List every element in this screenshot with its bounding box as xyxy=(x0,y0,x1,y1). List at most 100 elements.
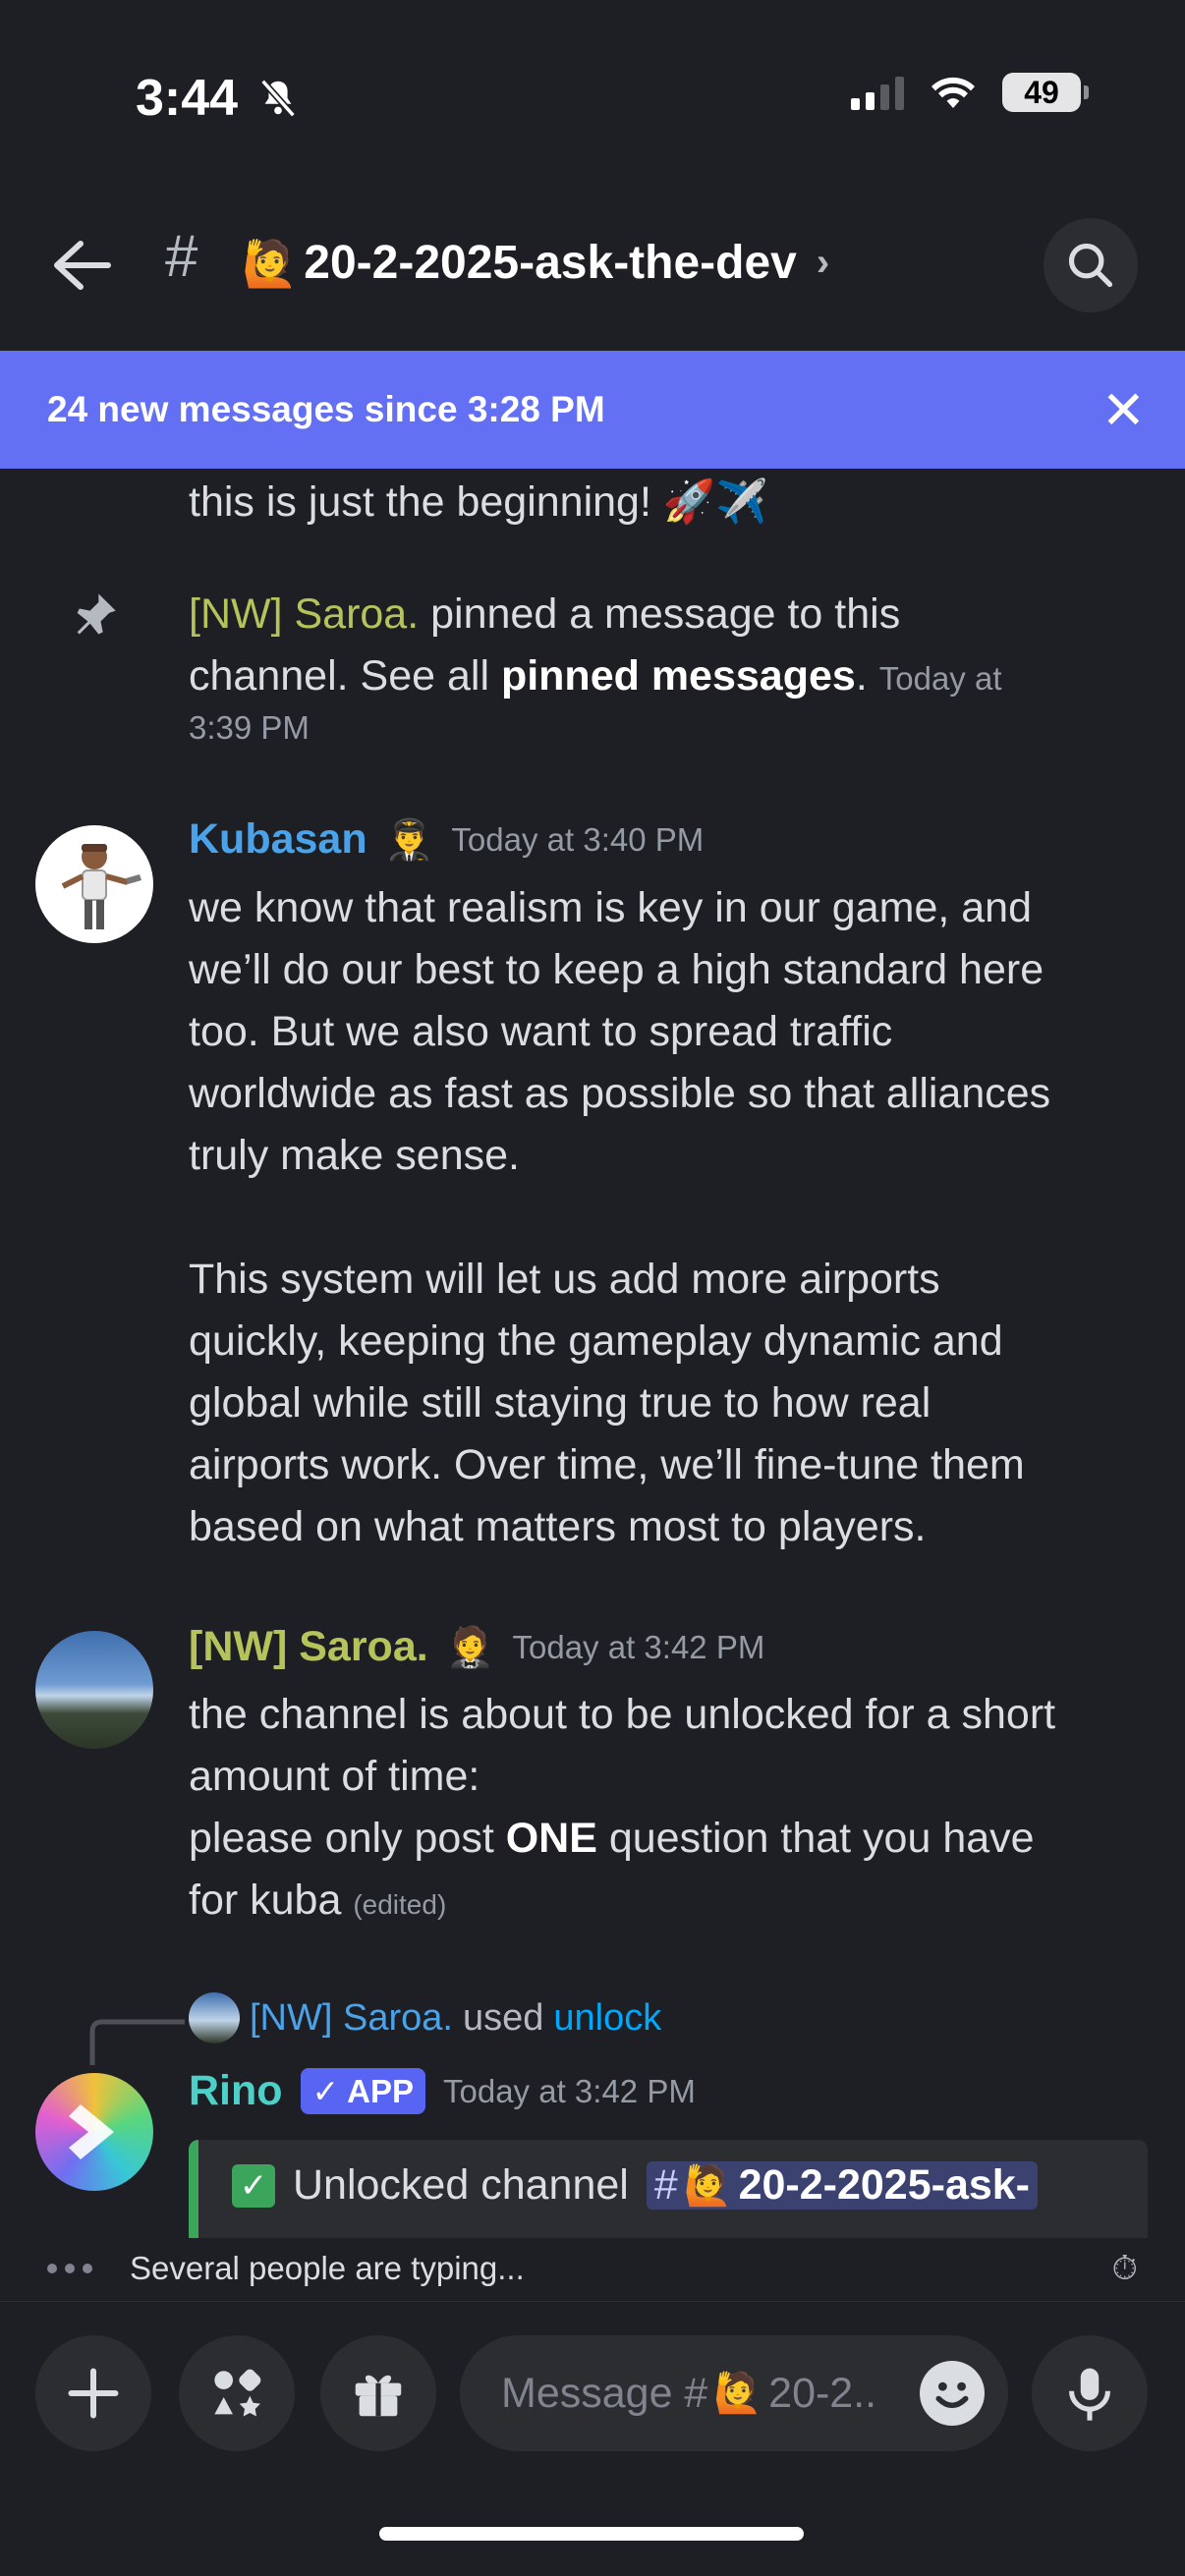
smile-icon xyxy=(935,2381,969,2409)
reply-reference[interactable]: [NW] Saroa. used unlock xyxy=(189,1992,661,2044)
previous-message-tail: this is just the beginning! 🚀✈️ xyxy=(189,478,768,526)
emoji-picker-icon[interactable] xyxy=(920,2361,985,2426)
typing-dots-icon xyxy=(47,2264,92,2273)
channel-name: 20-2-2025-ask-the-dev xyxy=(304,237,797,289)
plus-icon xyxy=(68,2368,119,2419)
status-time: 3:44 xyxy=(136,69,301,128)
battery-indicator: 49 xyxy=(1002,73,1089,112)
message-timestamp: Today at 3:40 PM xyxy=(451,820,705,858)
channel-header: # 🙋 20-2-2025-ask-the-dev › xyxy=(0,206,1185,324)
back-arrow-icon[interactable] xyxy=(47,236,116,295)
placeholder-emoji: 🙋 xyxy=(713,2372,763,2415)
saroa-message-body: the channel is about to be unlocked for … xyxy=(189,1684,1055,1935)
slowmode-timer-icon: ⏱ xyxy=(1111,2249,1138,2287)
status-bar: 3:44 49 xyxy=(0,0,1185,196)
mention-emoji: 🙋 xyxy=(683,2163,733,2208)
message-line: too. But we also want to spread traffic xyxy=(189,1008,893,1055)
pin-notice-timestamp-1: Today at xyxy=(878,660,1002,697)
text-segment: question that you have xyxy=(596,1815,1035,1862)
text-segment: please only post xyxy=(189,1815,506,1862)
rino-logo-icon xyxy=(69,2104,114,2159)
chevron-right-icon: › xyxy=(816,241,830,284)
gift-button[interactable] xyxy=(320,2335,436,2451)
message-line: truly make sense. xyxy=(189,1132,520,1179)
embed-text: Unlocked channel xyxy=(293,2161,629,2209)
voice-message-button[interactable] xyxy=(1032,2335,1148,2451)
app-badge: ✓ APP xyxy=(300,2068,425,2114)
channel-title[interactable]: 🙋 20-2-2025-ask-the-dev › xyxy=(242,236,829,290)
pin-notice-period: . xyxy=(855,652,879,700)
reply-author[interactable]: [NW] Saroa. xyxy=(250,1997,453,2040)
add-attachment-button[interactable] xyxy=(35,2335,151,2451)
pin-notice: [NW] Saroa. pinned a message to this cha… xyxy=(189,584,1034,709)
mention-hash: # xyxy=(653,2161,678,2209)
wifi-icon xyxy=(931,77,975,108)
message-line: worldwide as fast as possible so that al… xyxy=(189,1070,1051,1117)
placeholder-prefix: Message # xyxy=(501,2369,708,2417)
message-input[interactable]: Message # 🙋 20-2.. xyxy=(460,2335,1008,2451)
placeholder-suffix: 20-2.. xyxy=(768,2369,877,2417)
message-line: quickly, keeping the gameplay dynamic an… xyxy=(189,1317,1003,1365)
apps-icon xyxy=(214,2369,261,2417)
unlock-embed: ✓ Unlocked channel # 🙋 20-2-2025-ask- xyxy=(189,2140,1148,2238)
text-segment: for kuba xyxy=(189,1876,342,1924)
author-name[interactable]: Rino xyxy=(189,2067,283,2115)
role-badge-emoji: 👨‍✈️ xyxy=(384,817,434,862)
reply-used-text: used xyxy=(462,1996,544,2039)
pinned-messages-link[interactable]: pinned messages xyxy=(501,652,856,700)
avatar-rino[interactable] xyxy=(35,2073,153,2191)
embed-content: ✓ Unlocked channel # 🙋 20-2-2025-ask- xyxy=(232,2161,1039,2210)
message-composer: Message # 🙋 20-2.. xyxy=(0,2301,1185,2576)
message-line: global while still staying true to how r… xyxy=(189,1379,931,1427)
check-icon: ✓ xyxy=(232,2163,275,2208)
message-line: based on what matters most to players. xyxy=(189,1503,927,1550)
author-name[interactable]: [NW] Saroa. xyxy=(189,1623,428,1671)
cellular-signal-icon xyxy=(851,75,904,110)
edited-label: (edited) xyxy=(353,1889,447,1920)
microphone-icon xyxy=(1069,2368,1110,2421)
message-line: please only post ONE question that you h… xyxy=(189,1808,1055,1870)
message-line: we know that realism is key in our game,… xyxy=(189,884,1033,931)
pin-icon xyxy=(77,593,116,635)
author-name[interactable]: Kubasan xyxy=(189,815,367,864)
pilot-avatar-icon xyxy=(61,844,141,929)
message-timestamp: Today at 3:42 PM xyxy=(443,2072,696,2109)
message-line: we’ll do our best to keep a high standar… xyxy=(189,946,1044,993)
close-icon[interactable]: ✕ xyxy=(1101,379,1146,441)
home-indicator[interactable] xyxy=(379,2527,804,2541)
search-button[interactable] xyxy=(1044,218,1138,312)
kubasan-message-body: we know that realism is key in our game,… xyxy=(189,877,1050,1558)
saroa-author-line: [NW] Saroa. 🤵 Today at 3:42 PM xyxy=(189,1623,764,1671)
message-line: for kuba (edited) xyxy=(189,1870,1055,1935)
search-icon xyxy=(1068,243,1113,288)
message-line: airports work. Over time, we’ll fine-tun… xyxy=(189,1441,1025,1488)
command-link[interactable]: unlock xyxy=(553,1997,661,2040)
channel-mention[interactable]: # 🙋 20-2-2025-ask- xyxy=(646,2161,1039,2210)
bell-off-icon xyxy=(260,79,296,118)
pin-notice-author[interactable]: [NW] Saroa. xyxy=(189,590,419,638)
message-line: the channel is about to be unlocked for … xyxy=(189,1691,1056,1738)
message-timestamp: Today at 3:42 PM xyxy=(512,1628,765,1665)
message-line: This system will let us add more airport… xyxy=(189,1256,940,1303)
avatar-saroa[interactable] xyxy=(35,1631,153,1749)
new-messages-text: 24 new messages since 3:28 PM xyxy=(47,389,605,429)
typing-text: Several people are typing... xyxy=(130,2250,525,2286)
new-messages-banner[interactable]: 24 new messages since 3:28 PM ✕ xyxy=(0,351,1185,469)
reply-avatar xyxy=(189,1992,240,2044)
pin-notice-timestamp-2: 3:39 PM xyxy=(189,709,310,746)
clock: 3:44 xyxy=(136,70,239,127)
rino-author-line: Rino ✓ APP Today at 3:42 PM xyxy=(189,2067,696,2115)
gift-icon xyxy=(355,2375,402,2417)
reply-spine xyxy=(89,2019,185,2065)
role-badge-emoji: 🤵 xyxy=(445,1625,495,1669)
message-line: amount of time: xyxy=(189,1753,480,1800)
battery-level: 49 xyxy=(1024,74,1059,110)
avatar-kubasan[interactable] xyxy=(35,825,153,943)
mention-name: 20-2-2025-ask- xyxy=(738,2161,1031,2209)
channel-hash-icon: # xyxy=(165,223,198,289)
bold-text: ONE xyxy=(505,1815,597,1862)
apps-button[interactable] xyxy=(179,2335,295,2451)
channel-emoji: 🙋 xyxy=(242,237,299,289)
kubasan-author-line: Kubasan 👨‍✈️ Today at 3:40 PM xyxy=(189,815,704,864)
